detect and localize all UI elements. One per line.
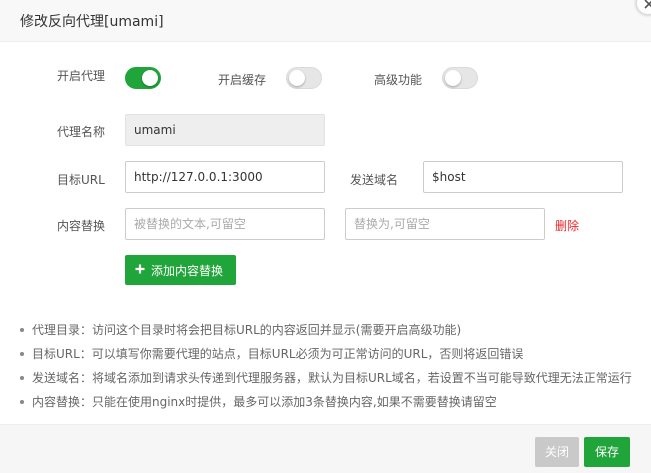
toggle-knob [289,70,305,86]
close-x-glyph [644,0,651,9]
help-tip: 发送域名：将域名添加到请求头传递到代理服务器，默认为目标URL域名，若设置不当可… [18,371,638,395]
plus-icon [135,263,145,277]
add-content-replace-button[interactable]: 添加内容替换 [125,255,236,285]
content-replace-label: 内容替换 [57,219,106,233]
dialog-titlebar: 修改反向代理[umami] [0,0,651,42]
close-button[interactable]: 关闭 [535,437,579,467]
reverse-proxy-dialog: 修改反向代理[umami] 开启代理 开启缓存 高级功能 代理名称 目标URL … [0,0,651,473]
proxy-name-input[interactable] [125,114,325,146]
send-domain-input[interactable] [423,161,623,193]
enable-proxy-toggle[interactable] [125,67,161,89]
send-domain-label: 发送域名 [350,173,399,187]
toggle-knob [445,70,461,86]
bullet-icon [20,376,24,380]
advanced-toggle[interactable] [442,67,478,89]
bullet-icon [20,352,24,356]
dialog-title: 修改反向代理[umami] [20,14,164,30]
help-tips-list: 代理目录：访问这个目录时将会把目标URL的内容返回并显示(需要开启高级功能) 目… [18,323,638,419]
help-tip: 目标URL：可以填写你需要代理的站点，目标URL必须为可正常访问的URL，否则将… [18,347,638,371]
replace-to-input[interactable] [345,208,545,240]
help-tip: 内容替换：只能在使用nginx时提供，最多可以添加3条替换内容,如果不需要替换请… [18,395,638,419]
enable-proxy-label: 开启代理 [57,69,106,83]
enable-cache-label: 开启缓存 [218,73,267,87]
bullet-icon [20,328,24,332]
help-tip: 代理目录：访问这个目录时将会把目标URL的内容返回并显示(需要开启高级功能) [18,323,638,347]
save-button[interactable]: 保存 [584,437,630,467]
bullet-icon [20,400,24,404]
proxy-name-label: 代理名称 [57,125,106,139]
toggle-knob [142,70,158,86]
dialog-footer: 关闭 保存 [0,424,651,473]
enable-cache-toggle[interactable] [286,67,322,89]
target-url-label: 目标URL [57,173,105,187]
target-url-input[interactable] [125,161,325,193]
replace-from-input[interactable] [125,208,325,240]
advanced-label: 高级功能 [374,73,423,87]
add-content-replace-label: 添加内容替换 [151,263,224,278]
delete-replace-link[interactable]: 删除 [555,217,579,234]
